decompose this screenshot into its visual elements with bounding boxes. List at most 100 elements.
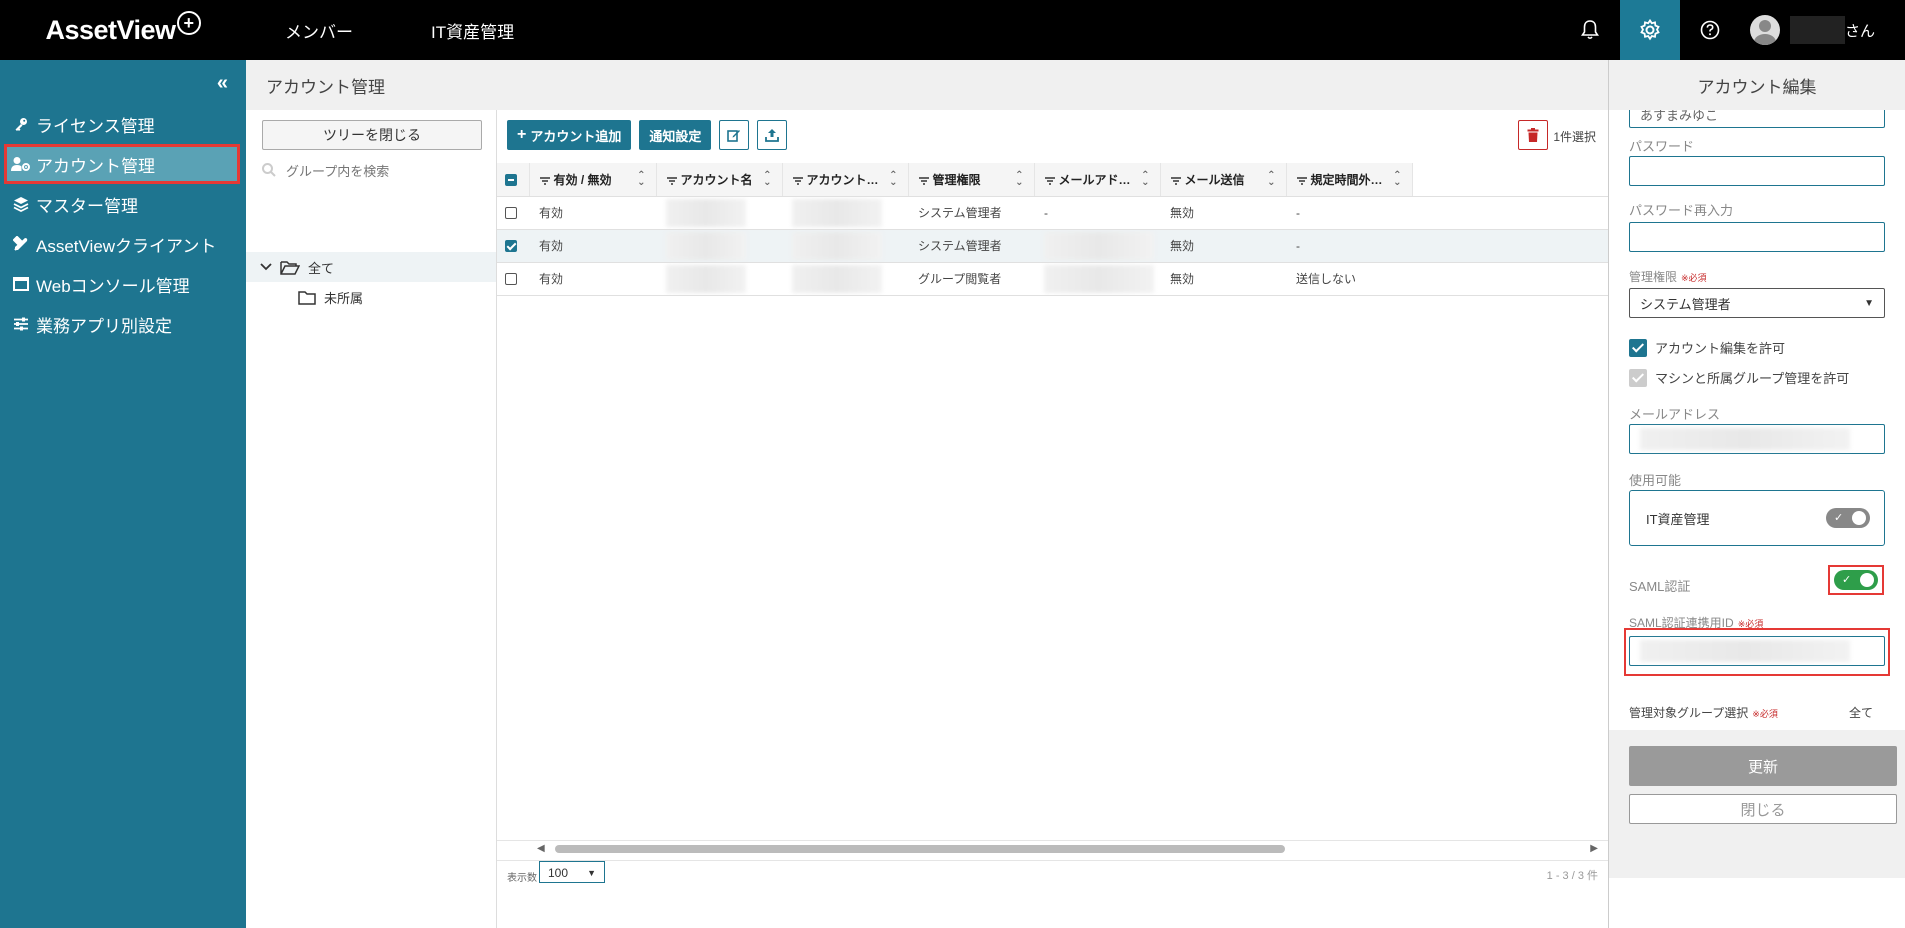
password-field[interactable]	[1629, 156, 1885, 186]
role-select[interactable]: システム管理者 ▼	[1629, 288, 1885, 318]
sort-icon[interactable]: ⌃ ⌄	[1393, 171, 1401, 188]
col-label: アカウント…	[806, 172, 879, 187]
folder-icon	[298, 290, 316, 305]
check-icon: ✓	[1834, 512, 1844, 524]
account-name-field[interactable]: あすまみゆこ	[1629, 110, 1885, 128]
close-tree-button[interactable]: ツリーを閉じる	[262, 120, 482, 150]
group-search-input[interactable]	[286, 163, 466, 179]
key-icon	[10, 117, 32, 131]
filter-icon[interactable]	[666, 174, 677, 188]
notify-settings-button[interactable]: 通知設定	[639, 120, 712, 150]
col-label: 管理権限	[932, 172, 981, 187]
bell-icon[interactable]	[1560, 0, 1620, 60]
col-role[interactable]: 管理権限 ⌃ ⌄	[908, 163, 1035, 197]
row-checkbox[interactable]	[505, 273, 517, 286]
tree-node-label: 全て	[308, 260, 335, 276]
sidebar-item-label: Webコンソール管理	[36, 276, 190, 296]
row-checkbox[interactable]	[505, 207, 517, 220]
trash-icon[interactable]	[1518, 120, 1548, 150]
tree-node-all[interactable]: 全て	[246, 252, 496, 282]
filter-icon[interactable]	[539, 174, 550, 188]
col-account-name[interactable]: アカウント名 ⌃ ⌄	[656, 163, 783, 197]
role-label-text: 管理権限	[1629, 270, 1678, 284]
sort-icon[interactable]: ⌃ ⌄	[1141, 171, 1149, 188]
scroll-right-icon[interactable]: ▶	[1590, 843, 1598, 854]
top-right-controls: さん	[1560, 0, 1905, 60]
add-account-button[interactable]: + アカウント追加	[507, 120, 632, 150]
col-label: メールアド…	[1058, 172, 1131, 187]
allow-edit-checkbox[interactable]	[1629, 338, 1647, 357]
close-button[interactable]: 閉じる	[1629, 794, 1897, 824]
add-account-label: アカウント追加	[530, 128, 622, 144]
it-asset-row: IT資産管理 ✓	[1629, 490, 1885, 546]
col-email[interactable]: メールアド… ⌃ ⌄	[1034, 163, 1161, 197]
table-row[interactable]: 有効 システム管理者 - 無効 -	[497, 196, 1608, 230]
filter-icon[interactable]	[1170, 174, 1181, 188]
scroll-left-icon[interactable]: ◀	[537, 843, 545, 854]
it-asset-toggle[interactable]: ✓	[1826, 508, 1870, 528]
sort-icon[interactable]: ⌃ ⌄	[1267, 171, 1275, 188]
col-account-id[interactable]: アカウント… ⌃ ⌄	[782, 163, 909, 197]
horizontal-scrollbar-thumb[interactable]	[555, 845, 1285, 853]
table-row[interactable]: 有効 システム管理者 無効 -	[497, 229, 1608, 263]
update-button[interactable]: 更新	[1629, 746, 1897, 786]
filter-icon[interactable]	[918, 174, 929, 188]
nav-members[interactable]: メンバー	[246, 0, 392, 60]
filter-icon[interactable]	[1044, 174, 1055, 188]
select-all-cell[interactable]	[497, 163, 530, 197]
password-confirm-field[interactable]	[1629, 222, 1885, 252]
page-size-label: 表示数	[507, 873, 537, 884]
edit-icon[interactable]	[719, 120, 750, 150]
saml-toggle[interactable]: ✓	[1834, 570, 1878, 590]
tree-node-unassigned[interactable]: 未所属	[246, 282, 496, 312]
it-asset-label: IT資産管理	[1646, 511, 1710, 527]
sort-icon[interactable]: ⌃ ⌄	[889, 171, 897, 188]
export-icon[interactable]	[757, 120, 788, 150]
user-gear-icon	[10, 156, 32, 172]
cell-enabled: 有効	[529, 196, 656, 230]
sidebar-item-label: マスター管理	[36, 196, 138, 216]
sidebar-item-account[interactable]: アカウント管理	[4, 144, 240, 184]
cell-outside: 送信しない	[1286, 262, 1412, 296]
tree-search	[262, 158, 482, 184]
logo-plus-icon: +	[176, 11, 201, 35]
sidebar-item-web-console[interactable]: Webコンソール管理	[0, 264, 246, 304]
app-logo[interactable]: AssetView +	[0, 0, 246, 60]
gear-icon[interactable]	[1619, 0, 1680, 60]
col-enabled[interactable]: 有効 / 無効 ⌃ ⌄	[529, 163, 657, 197]
sort-icon[interactable]: ⌃ ⌄	[637, 171, 645, 188]
saml-id-field[interactable]	[1629, 636, 1885, 666]
user-menu[interactable]: さん	[1740, 0, 1905, 60]
redacted-value	[1640, 428, 1850, 450]
group-select-value[interactable]: 全て	[1849, 704, 1873, 721]
filter-icon[interactable]	[792, 174, 803, 188]
col-label: 規定時間外…	[1310, 172, 1383, 187]
page-size-select[interactable]: 100 ▼	[539, 861, 605, 883]
cell-email	[1034, 229, 1160, 263]
chevron-down-icon[interactable]	[260, 263, 272, 271]
email-field[interactable]	[1629, 424, 1885, 454]
redacted-value	[792, 198, 882, 227]
allow-account-edit[interactable]: アカウント編集を許可	[1629, 338, 1785, 357]
sort-icon[interactable]: ⌃ ⌄	[763, 171, 771, 188]
filter-icon[interactable]	[1296, 174, 1307, 188]
sidebar-item-license[interactable]: ライセンス管理	[0, 104, 246, 144]
cell-account-name	[656, 262, 782, 296]
question-icon[interactable]	[1680, 0, 1740, 60]
col-mail-send[interactable]: メール送信 ⌃ ⌄	[1160, 163, 1287, 197]
col-outside-hours[interactable]: 規定時間外… ⌃ ⌄	[1286, 163, 1413, 197]
cell-account-name	[656, 229, 782, 263]
account-table: 有効 / 無効 ⌃ ⌄ アカウント名 ⌃ ⌄ アカウント… ⌃ ⌄ 管理権限 ⌃ ⌄ メールアド…	[497, 163, 1608, 296]
select-all-checkbox[interactable]	[505, 174, 517, 187]
sidebar-item-client[interactable]: AssetViewクライアント	[0, 224, 246, 264]
row-checkbox[interactable]	[505, 240, 517, 253]
sidebar-item-app-settings[interactable]: 業務アプリ別設定	[0, 304, 246, 344]
cell-account-id	[782, 262, 908, 296]
group-select-label-text: 管理対象グループ選択	[1629, 706, 1749, 720]
collapse-sidebar-icon[interactable]: «	[217, 72, 228, 95]
sidebar-item-master[interactable]: マスター管理	[0, 184, 246, 224]
nav-it-asset[interactable]: IT資産管理	[392, 0, 553, 60]
sort-icon[interactable]: ⌃ ⌄	[1015, 171, 1023, 188]
redacted-value	[1044, 264, 1154, 293]
table-row[interactable]: 有効 グループ閲覧者 無効 送信しない	[497, 262, 1608, 296]
